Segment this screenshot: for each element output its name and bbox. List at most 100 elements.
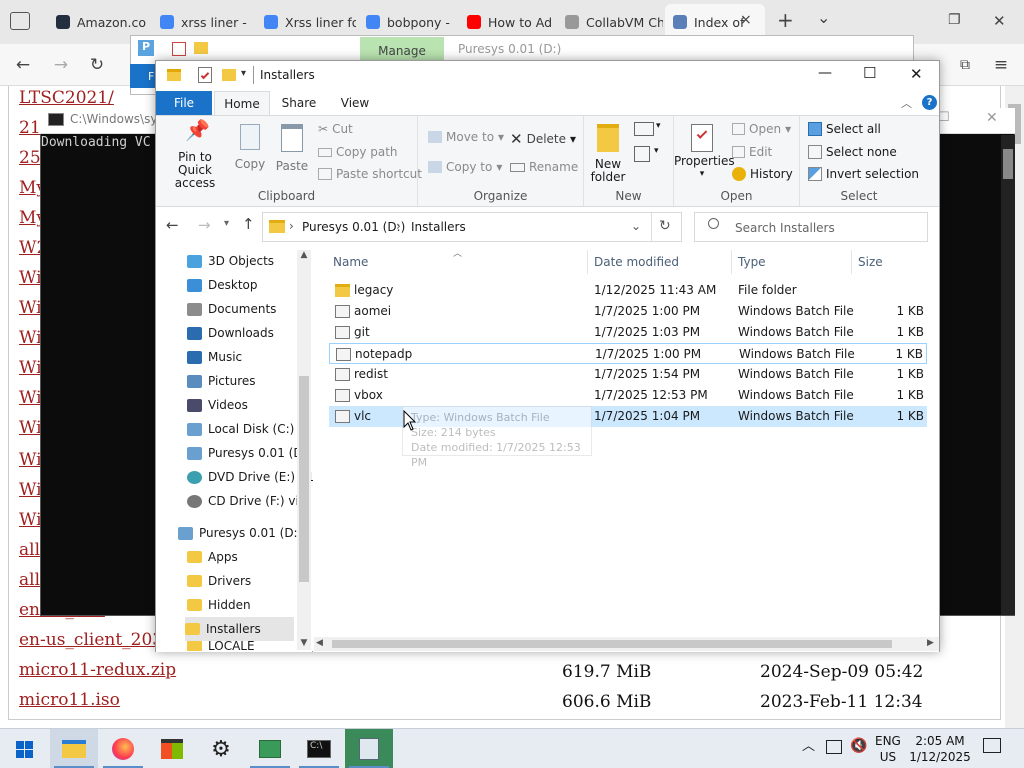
nav-item[interactable]: CD Drive (F:) virti [187,489,312,513]
refresh-icon[interactable]: ↻ [659,218,671,234]
maximize-button[interactable]: ☐ [863,64,876,82]
nav-item[interactable]: Music [187,345,242,369]
new-folder-icon[interactable] [222,69,236,81]
file-link[interactable]: en-us_client_203 [19,630,163,650]
browser-tab[interactable]: bobpony - [358,6,456,38]
close-window-button[interactable]: ✕ [993,12,1006,30]
breadcrumb-drive[interactable]: Puresys 0.01 (D:) [302,220,405,234]
properties-icon[interactable] [198,67,212,83]
file-tab[interactable]: F [130,64,156,88]
nav-item[interactable]: Pictures [187,369,256,393]
invert-selection-button[interactable]: Invert selection [808,167,919,181]
edit-button[interactable]: Edit [732,145,772,159]
nav-item[interactable]: Drivers [187,569,251,593]
language-indicator[interactable]: ENG US [875,733,901,765]
new-tab-button[interactable]: + [777,8,794,32]
nav-item[interactable]: Apps [187,545,238,569]
scroll-right-icon[interactable]: ▶ [927,638,934,648]
column-header-size[interactable]: Size [858,255,883,269]
rename-button[interactable]: Rename [510,160,578,174]
help-icon[interactable]: ? [922,95,937,110]
file-row[interactable]: legacy 1/12/2025 11:43 AM File folder [329,280,927,301]
breadcrumb-folder[interactable]: Installers [411,220,466,234]
scroll-up-icon[interactable]: ▲ [297,250,311,262]
history-button[interactable]: History [732,167,793,181]
nav-scrollbar[interactable]: ▲ ▼ [297,250,311,650]
file-link[interactable]: 21 [19,118,41,138]
extensions-icon[interactable]: ⧉ [952,52,978,78]
copy-button[interactable]: Copy [232,124,268,171]
taskbar-file-explorer[interactable] [50,729,98,768]
network-icon[interactable] [826,740,842,754]
column-header-name[interactable]: Name [333,255,368,269]
paste-shortcut-button[interactable]: Paste shortcut [318,167,422,181]
taskbar-terminal[interactable]: C:\ [295,729,343,768]
file-row[interactable]: notepadp 1/7/2025 1:00 PM Windows Batch Fi… [329,343,927,364]
file-row[interactable]: vbox 1/7/2025 12:53 PM Windows Batch File 1… [329,385,927,406]
copy-to-button[interactable]: Copy to ▾ [428,160,502,174]
nav-item[interactable]: Downloads [187,321,274,345]
search-input[interactable]: Search Installers [694,212,928,242]
nav-item[interactable]: Puresys 0.01 (D:) [187,441,311,465]
recent-locations-icon[interactable]: ▾ [224,218,229,229]
column-header-date[interactable]: Date modified [594,255,679,269]
properties-button[interactable]: Properties ▾ [674,124,735,181]
back-icon[interactable]: ← [166,216,179,234]
restore-window-button[interactable]: ❐ [948,12,961,28]
column-divider[interactable] [851,250,852,274]
taskbar-settings[interactable]: ⚙ [197,729,245,768]
minimize-button[interactable]: — [818,65,832,81]
column-header-type[interactable]: Type [738,255,766,269]
select-all-button[interactable]: Select all [808,122,881,136]
forward-icon[interactable]: → [198,216,211,234]
nav-item[interactable]: Documents [187,297,276,321]
taskbar-installer[interactable] [345,729,393,768]
scroll-thumb[interactable] [299,376,309,582]
back-button[interactable]: ← [10,52,36,78]
address-dropdown-icon[interactable]: ⌄ [631,219,641,233]
file-row[interactable]: git 1/7/2025 1:03 PM Windows Batch File 1 K… [329,322,927,343]
notifications-icon[interactable] [983,738,1001,753]
taskbar-store[interactable] [148,729,196,768]
up-icon[interactable]: ↑ [242,215,255,233]
file-link[interactable]: micro11.iso [19,690,120,710]
open-button[interactable]: Open ▾ [732,122,791,136]
tab-home[interactable]: Home [214,91,270,116]
console-scrollbar[interactable] [1001,135,1015,615]
scroll-left-icon[interactable]: ◀ [316,638,323,648]
new-item-icon[interactable]: ▾ [634,121,661,136]
scroll-thumb[interactable] [332,640,892,648]
menu-button[interactable]: ≡ [988,52,1014,78]
scroll-thumb[interactable] [1003,149,1013,179]
copy-path-button[interactable]: Copy path [318,145,398,159]
nav-item[interactable]: DVD Drive (E:) 21 [187,465,314,489]
tab-overview-icon[interactable] [10,12,30,30]
properties-icon[interactable] [172,42,186,56]
nav-item[interactable]: LOCALE [187,641,255,651]
explorer-title-bar[interactable]: ▾ Installers — ☐ ✕ [156,61,939,91]
nav-item[interactable]: Videos [187,393,248,417]
new-folder-button[interactable]: New folder [588,124,628,184]
nav-item[interactable]: Installers [185,617,294,641]
scroll-down-icon[interactable]: ▼ [297,638,311,650]
delete-button[interactable]: ✕ Delete ▾ [510,130,576,148]
close-button[interactable]: ✕ [910,65,923,83]
forward-button[interactable]: → [48,52,74,78]
address-bar[interactable]: › Puresys 0.01 (D:) › Installers ⌄ ↻ [262,212,682,242]
browser-tab[interactable]: Xrss liner fo [256,6,356,38]
start-button[interactable] [0,729,48,768]
pin-to-quick-access-button[interactable]: 📌 Pin to Quick access [162,120,228,190]
nav-item[interactable]: Hidden [187,593,251,617]
tab-view[interactable]: View [330,91,380,115]
select-none-button[interactable]: Select none [808,145,897,159]
collapse-ribbon-icon[interactable]: ︿ [901,95,912,111]
cut-button[interactable]: ✂ Cut [318,122,353,136]
horizontal-scrollbar[interactable]: ◀ ▶ [314,637,939,651]
file-row[interactable]: aomei 1/7/2025 1:00 PM Windows Batch File 1… [329,301,927,322]
taskbar-firefox[interactable] [99,729,147,768]
folder-icon[interactable] [194,42,208,54]
list-tabs-button[interactable]: ⌄ [817,8,830,27]
close-tab-icon[interactable]: × [740,12,752,28]
breadcrumb-separator[interactable]: › [289,219,294,233]
breadcrumb-separator[interactable]: › [396,219,401,233]
